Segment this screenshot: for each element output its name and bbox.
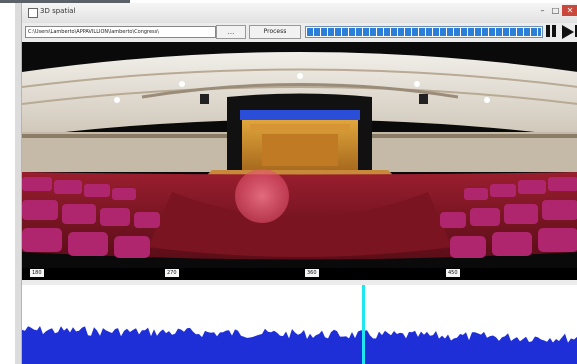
app-icon (28, 8, 38, 18)
play-icon[interactable] (562, 25, 574, 39)
progress-bar (305, 26, 543, 38)
angle-ruler: 180 270 360 450 (22, 268, 577, 280)
spectrum-area (22, 326, 577, 364)
time-marker[interactable] (362, 285, 365, 364)
window-title: 3D spatial (40, 7, 76, 15)
ruler-tick: 180 (30, 269, 44, 277)
minimize-button[interactable]: – (536, 5, 549, 16)
panorama-image (22, 42, 577, 268)
audio-analysis-panel[interactable] (22, 285, 577, 364)
close-button[interactable]: ✕ (562, 5, 577, 16)
browse-button[interactable]: ... (216, 25, 246, 39)
toolbar: C:\Users\Lamberto\APPAVILLION\lamberto\C… (22, 23, 577, 42)
title-bar[interactable]: 3D spatial – □ ✕ (22, 3, 577, 23)
file-path-input[interactable]: C:\Users\Lamberto\APPAVILLION\lamberto\C… (25, 26, 216, 38)
pause-icon[interactable] (546, 25, 556, 37)
ruler-tick: 360 (305, 269, 319, 277)
ruler-tick: 450 (446, 269, 460, 277)
progress-fill (307, 28, 541, 36)
window-controls: – □ ✕ (536, 5, 577, 16)
spectrum-plot (22, 285, 577, 364)
sound-source-highlight (235, 169, 289, 223)
app-window: 3D spatial – □ ✕ C:\Users\Lamberto\APPAV… (21, 3, 577, 364)
process-button[interactable]: Process (249, 25, 301, 39)
ruler-tick: 270 (165, 269, 179, 277)
maximize-button[interactable]: □ (549, 5, 562, 16)
panorama-viewer[interactable]: 180 270 360 450 (22, 42, 577, 280)
